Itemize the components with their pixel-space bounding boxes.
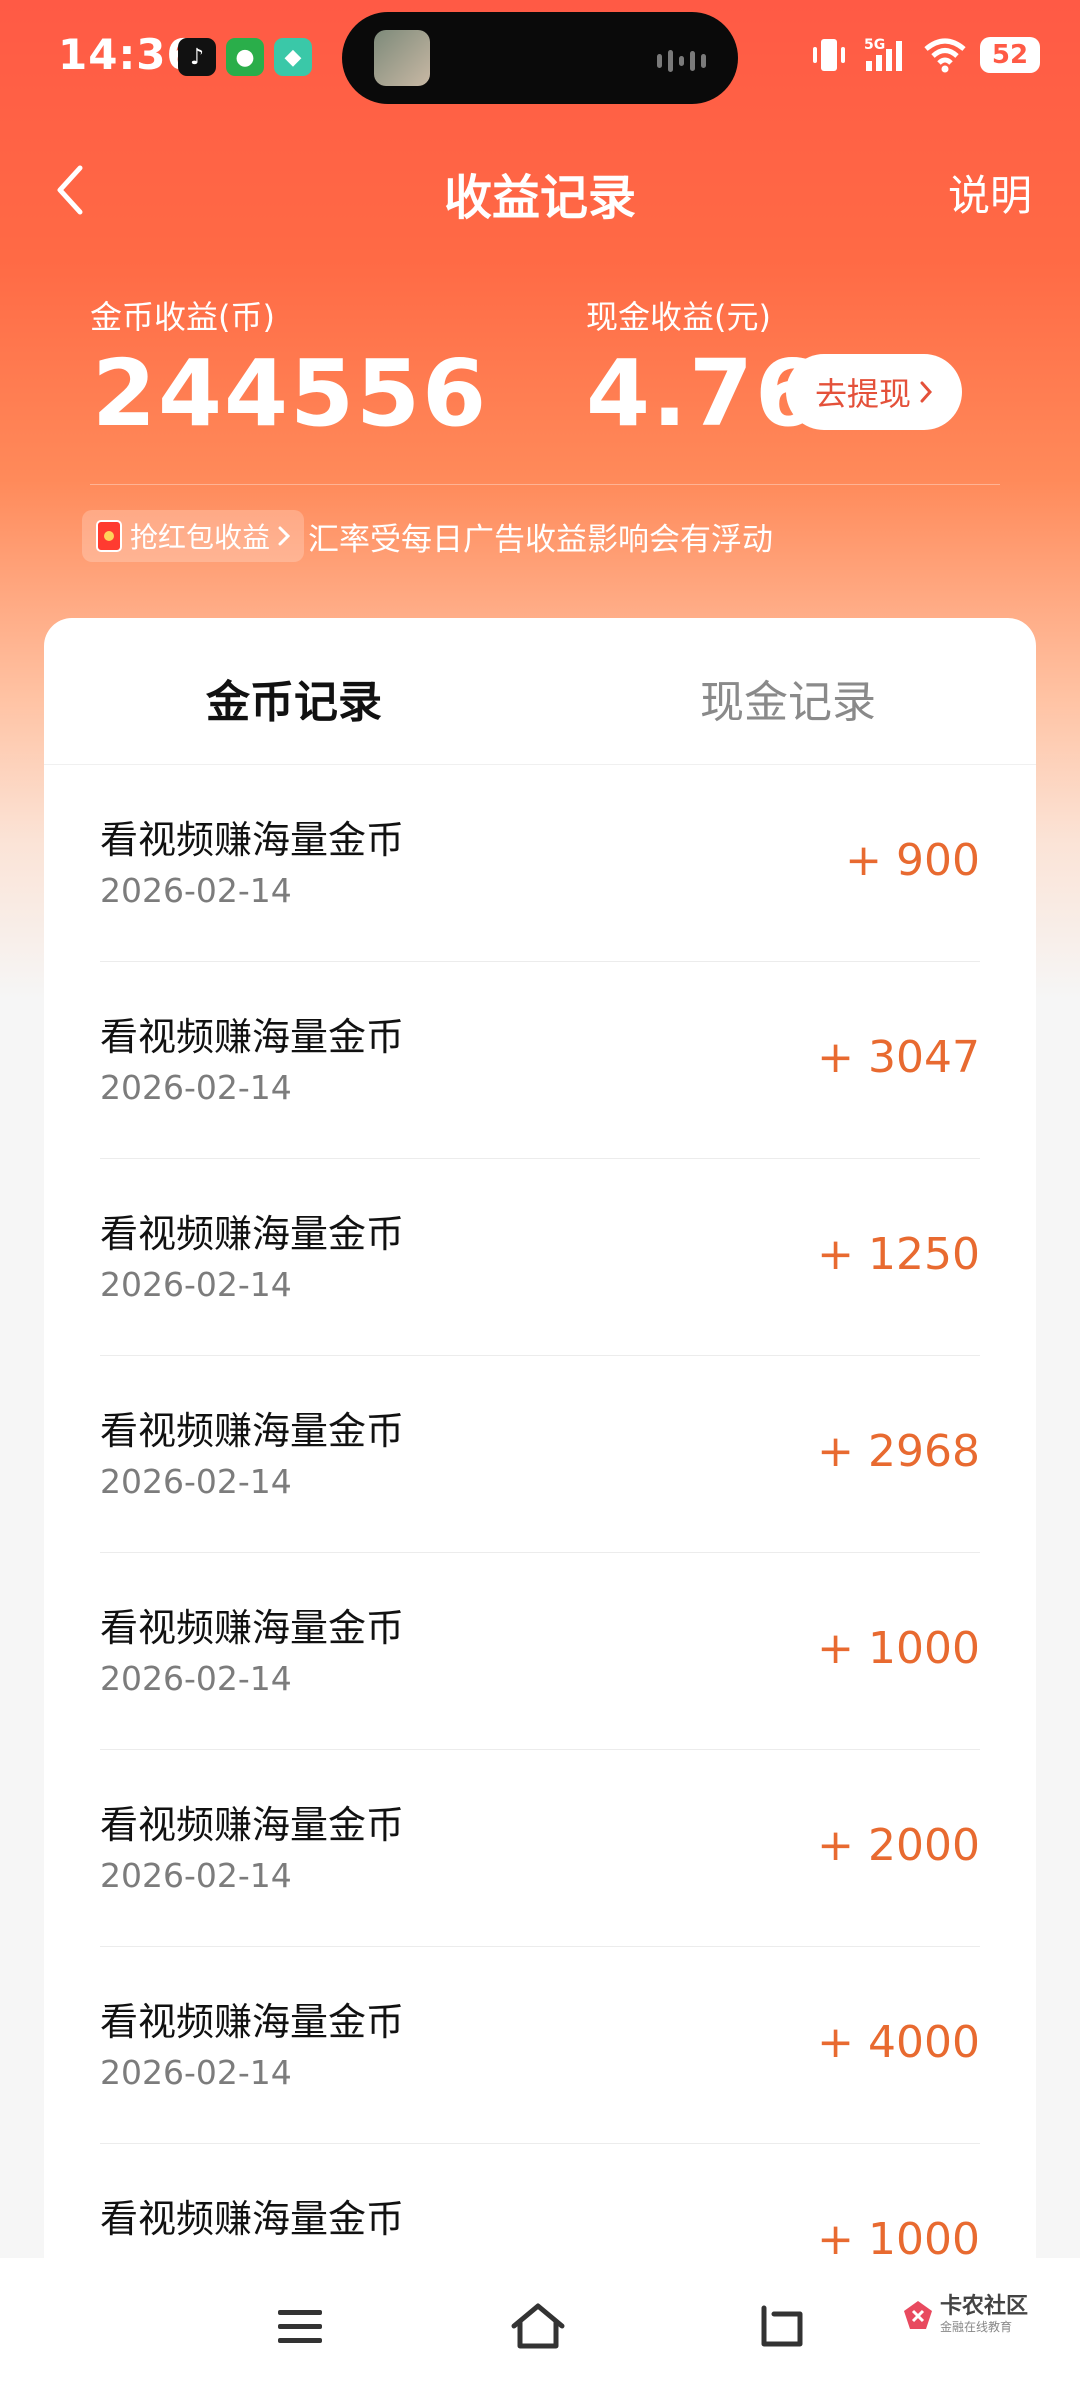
withdraw-label: 去提现 — [814, 375, 911, 413]
tab-coin-records[interactable]: 金币记录 — [206, 666, 382, 730]
record-amount: + 1250 — [817, 1229, 980, 1280]
record-title: 看视频赚海量金币 — [100, 2000, 405, 2044]
list-item[interactable]: 看视频赚海量金币 2026-02-14 + 4000 — [100, 1947, 980, 2144]
withdraw-button[interactable]: 去提现 — [786, 354, 962, 430]
chevron-right-icon — [278, 526, 291, 546]
balance-divider — [90, 484, 1000, 485]
record-title: 看视频赚海量金币 — [100, 1409, 405, 1453]
list-item[interactable]: 看视频赚海量金币 2026-02-14 + 1000 — [100, 1553, 980, 1750]
record-tabs: 金币记录 现金记录 — [44, 618, 1036, 765]
record-amount: + 1000 — [817, 1623, 980, 1674]
battery-indicator: 52 — [980, 37, 1040, 73]
record-date: 2026-02-14 — [100, 1856, 292, 1895]
red-packet-earnings-link[interactable]: 抢红包收益 — [82, 510, 305, 562]
vibrate-icon — [813, 39, 845, 71]
watermark-name: 卡农社区 — [940, 2294, 1029, 2319]
network-type: 5G — [864, 37, 885, 53]
system-icons: 5G 52 — [810, 30, 1040, 80]
list-item[interactable]: 看视频赚海量金币 2026-02-14 + 900 — [100, 765, 980, 962]
record-amount: + 4000 — [817, 2017, 980, 2068]
record-title: 看视频赚海量金币 — [100, 1606, 405, 1650]
list-item[interactable]: 看视频赚海量金币 2026-02-14 + 3047 — [100, 962, 980, 1159]
record-amount: + 1000 — [817, 2214, 980, 2258]
home-icon[interactable] — [508, 2300, 568, 2352]
notice-text: 汇率受每日广告收益影响会有浮动 — [308, 521, 774, 558]
coin-earnings-value: 244556 — [92, 340, 489, 447]
cash-earnings-label: 现金收益(元) — [586, 298, 771, 336]
records-list: 看视频赚海量金币 2026-02-14 + 900 看视频赚海量金币 2026-… — [44, 765, 1036, 2258]
record-title: 看视频赚海量金币 — [100, 818, 405, 862]
wifi-icon — [924, 38, 966, 73]
record-amount: + 3047 — [817, 1032, 980, 1083]
back-nav-icon[interactable] — [750, 2300, 810, 2352]
audio-wave-icon — [657, 50, 706, 72]
list-item[interactable]: 看视频赚海量金币 2026-02-14 + 2000 — [100, 1750, 980, 1947]
records-card: 金币记录 现金记录 看视频赚海量金币 2026-02-14 + 900 看视频赚… — [44, 618, 1036, 2258]
chevron-right-icon — [920, 381, 933, 403]
status-time: 14:36 — [58, 30, 197, 79]
record-amount: + 2000 — [817, 1820, 980, 1871]
dynamic-island — [342, 12, 738, 104]
menu-icon[interactable] — [270, 2300, 330, 2352]
record-date: 2026-02-14 — [100, 2053, 292, 2092]
watermark-sub: 金融在线教育 — [940, 2320, 1013, 2334]
media-thumbnail — [374, 30, 430, 86]
exchange-rate-notice: 抢红包收益 汇率受每日广告收益影响会有浮动 — [82, 510, 773, 562]
record-title: 看视频赚海量金币 — [100, 1015, 405, 1059]
record-date: 2026-02-14 — [100, 1462, 292, 1501]
explain-link[interactable]: 说明 — [948, 162, 1032, 223]
record-date: 2026-02-14 — [100, 1068, 292, 1107]
red-envelope-icon — [96, 520, 122, 552]
cellular-signal-icon: 5G — [864, 37, 902, 71]
list-item[interactable]: 看视频赚海量金币 + 1000 — [100, 2144, 980, 2258]
record-date: 2026-02-14 — [100, 871, 292, 910]
shield-app-icon: ◆ — [274, 38, 312, 76]
record-date: 2026-02-14 — [100, 1659, 292, 1698]
record-date: 2026-02-14 — [100, 1265, 292, 1304]
tab-cash-records[interactable]: 现金记录 — [700, 666, 876, 730]
list-item[interactable]: 看视频赚海量金币 2026-02-14 + 1250 — [100, 1159, 980, 1356]
record-title: 看视频赚海量金币 — [100, 1212, 405, 1256]
record-amount: + 2968 — [817, 1426, 980, 1477]
list-item[interactable]: 看视频赚海量金币 2026-02-14 + 2968 — [100, 1356, 980, 1553]
record-amount: + 900 — [845, 835, 980, 886]
red-packet-earnings-label: 抢红包收益 — [130, 521, 271, 554]
status-bar: 14:36 ♪ ● ◆ 5G 52 — [0, 0, 1080, 120]
watermark-logo-icon — [904, 2300, 932, 2329]
record-title: 看视频赚海量金币 — [100, 2197, 405, 2241]
coin-earnings-label: 金币收益(币) — [90, 298, 275, 336]
music-app-icon: ♪ — [178, 38, 216, 76]
wechat-icon: ● — [226, 38, 264, 76]
record-title: 看视频赚海量金币 — [100, 1803, 405, 1847]
watermark: 卡农社区 金融在线教育 — [902, 2296, 1028, 2333]
page-title: 收益记录 — [443, 170, 636, 226]
